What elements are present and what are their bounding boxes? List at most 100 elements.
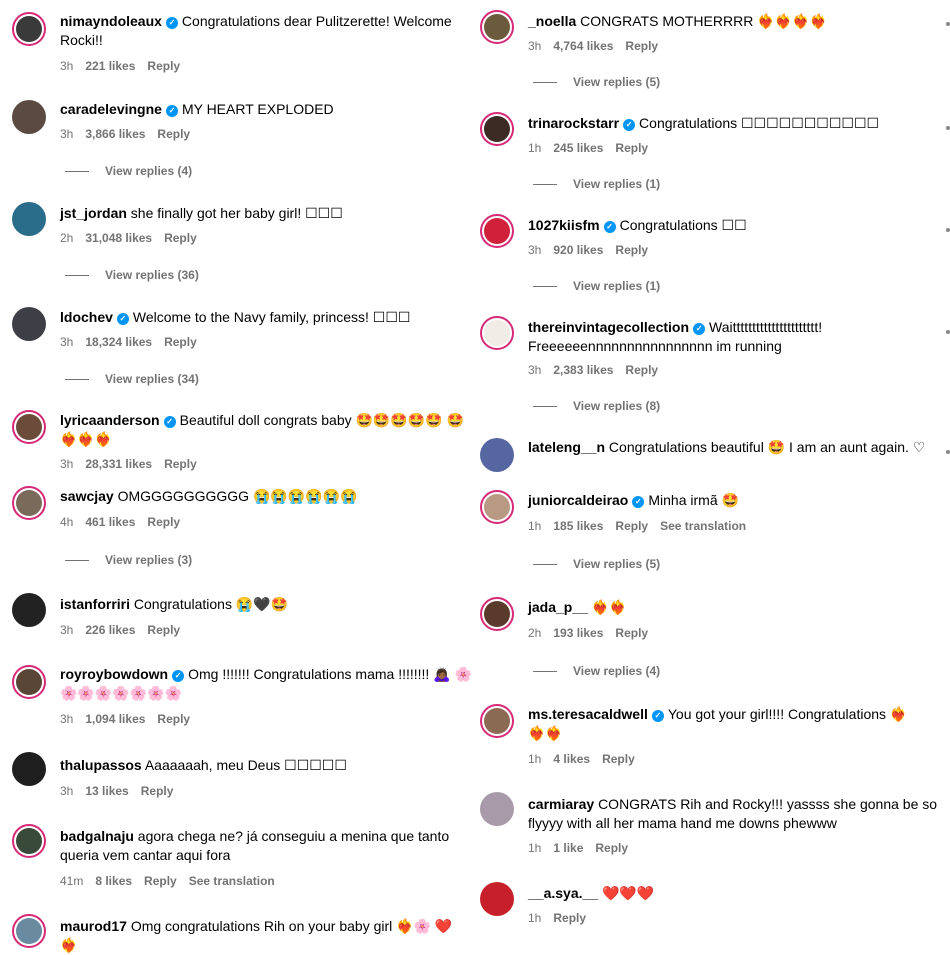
reply-button[interactable]: Reply bbox=[141, 784, 174, 798]
reply-button[interactable]: Reply bbox=[157, 712, 190, 726]
more-options-icon[interactable] bbox=[946, 22, 950, 26]
view-replies-button[interactable]: View replies (4) bbox=[533, 664, 660, 678]
avatar[interactable] bbox=[480, 597, 514, 631]
reply-button[interactable]: Reply bbox=[625, 39, 658, 53]
view-replies-button[interactable]: View replies (1) bbox=[533, 177, 660, 191]
like-count[interactable]: 4 likes bbox=[553, 752, 590, 766]
view-replies-button[interactable]: View replies (8) bbox=[533, 399, 660, 413]
view-replies-button[interactable]: View replies (5) bbox=[533, 75, 660, 89]
avatar[interactable] bbox=[480, 112, 514, 146]
username-link[interactable]: trinarockstarr bbox=[528, 115, 619, 131]
like-count[interactable]: 193 likes bbox=[553, 626, 603, 640]
avatar[interactable] bbox=[480, 438, 514, 472]
username-link[interactable]: carmiaray bbox=[528, 796, 594, 812]
avatar[interactable] bbox=[12, 593, 46, 627]
reply-button[interactable]: Reply bbox=[615, 243, 648, 257]
view-replies-button[interactable]: View replies (34) bbox=[65, 372, 199, 386]
like-count[interactable]: 245 likes bbox=[553, 141, 603, 155]
avatar[interactable] bbox=[12, 202, 46, 236]
like-count[interactable]: 221 likes bbox=[85, 59, 135, 73]
avatar[interactable] bbox=[480, 704, 514, 738]
reply-button[interactable]: Reply bbox=[147, 59, 180, 73]
username-link[interactable]: badgalnaju bbox=[60, 828, 134, 844]
view-replies-button[interactable]: View replies (1) bbox=[533, 279, 660, 293]
like-count[interactable]: 1 like bbox=[553, 841, 583, 855]
avatar[interactable] bbox=[12, 486, 46, 520]
view-replies-button[interactable]: View replies (3) bbox=[65, 553, 192, 567]
view-replies-button[interactable]: View replies (36) bbox=[65, 268, 199, 282]
more-options-icon[interactable] bbox=[946, 228, 950, 232]
view-replies-label: View replies (36) bbox=[105, 268, 199, 282]
reply-button[interactable]: Reply bbox=[157, 127, 190, 141]
view-replies-button[interactable]: View replies (5) bbox=[533, 557, 660, 571]
reply-button[interactable]: Reply bbox=[147, 515, 180, 529]
username-link[interactable]: istanforriri bbox=[60, 596, 130, 612]
like-count[interactable]: 1,094 likes bbox=[85, 712, 145, 726]
like-count[interactable]: 3,866 likes bbox=[85, 127, 145, 141]
more-options-icon[interactable] bbox=[946, 330, 950, 334]
view-replies-label: View replies (34) bbox=[105, 372, 199, 386]
like-count[interactable]: 920 likes bbox=[553, 243, 603, 257]
avatar[interactable] bbox=[480, 490, 514, 524]
avatar[interactable] bbox=[12, 100, 46, 134]
avatar[interactable] bbox=[12, 12, 46, 46]
view-replies-label: View replies (4) bbox=[105, 164, 193, 178]
like-count[interactable]: 28,331 likes bbox=[85, 457, 152, 471]
reply-button[interactable]: Reply bbox=[164, 231, 197, 245]
like-count[interactable]: 13 likes bbox=[85, 784, 128, 798]
username-link[interactable]: maurod17 bbox=[60, 918, 127, 934]
reply-button[interactable]: Reply bbox=[164, 457, 197, 471]
reply-button[interactable]: Reply bbox=[615, 519, 648, 533]
reply-button[interactable]: Reply bbox=[615, 626, 648, 640]
avatar[interactable] bbox=[12, 752, 46, 786]
avatar[interactable] bbox=[480, 792, 514, 826]
username-link[interactable]: _noella bbox=[528, 13, 576, 29]
comment-body: Congratulations ☐☐☐☐☐☐☐☐☐☐☐ bbox=[639, 115, 880, 131]
username-link[interactable]: ldochev bbox=[60, 309, 113, 325]
like-count[interactable]: 8 likes bbox=[95, 874, 132, 888]
username-link[interactable]: caradelevingne bbox=[60, 101, 162, 117]
username-link[interactable]: juniorcaldeirao bbox=[528, 492, 628, 508]
username-link[interactable]: jada_p__ bbox=[528, 599, 588, 615]
avatar[interactable] bbox=[480, 214, 514, 248]
like-count[interactable]: 2,383 likes bbox=[553, 363, 613, 377]
like-count[interactable]: 4,764 likes bbox=[553, 39, 613, 53]
username-link[interactable]: sawcjay bbox=[60, 488, 114, 504]
username-link[interactable]: lyricaanderson bbox=[60, 412, 160, 428]
username-link[interactable]: __a.sya.__ bbox=[528, 885, 598, 901]
username-link[interactable]: thalupassos bbox=[60, 757, 142, 773]
avatar[interactable] bbox=[12, 824, 46, 858]
reply-button[interactable]: Reply bbox=[147, 623, 180, 637]
reply-button[interactable]: Reply bbox=[625, 363, 658, 377]
avatar[interactable] bbox=[480, 316, 514, 350]
reply-button[interactable]: Reply bbox=[615, 141, 648, 155]
reply-button[interactable]: Reply bbox=[164, 335, 197, 349]
reply-button[interactable]: Reply bbox=[602, 752, 635, 766]
avatar[interactable] bbox=[12, 410, 46, 444]
username-link[interactable]: lateleng__n bbox=[528, 439, 605, 455]
reply-button[interactable]: Reply bbox=[595, 841, 628, 855]
like-count[interactable]: 461 likes bbox=[85, 515, 135, 529]
view-replies-button[interactable]: View replies (4) bbox=[65, 164, 192, 178]
like-count[interactable]: 31,048 likes bbox=[85, 231, 152, 245]
username-link[interactable]: jst_jordan bbox=[60, 205, 127, 221]
username-link[interactable]: thereinvintagecollection bbox=[528, 319, 689, 335]
more-options-icon[interactable] bbox=[946, 450, 950, 454]
username-link[interactable]: nimayndoleaux bbox=[60, 13, 162, 29]
reply-button[interactable]: Reply bbox=[553, 911, 586, 925]
see-translation-link[interactable]: See translation bbox=[660, 519, 746, 533]
reply-button[interactable]: Reply bbox=[144, 874, 177, 888]
avatar[interactable] bbox=[12, 665, 46, 699]
more-options-icon[interactable] bbox=[946, 126, 950, 130]
like-count[interactable]: 18,324 likes bbox=[85, 335, 152, 349]
avatar[interactable] bbox=[480, 882, 514, 916]
username-link[interactable]: 1027kiisfm bbox=[528, 217, 600, 233]
avatar[interactable] bbox=[12, 914, 46, 948]
like-count[interactable]: 226 likes bbox=[85, 623, 135, 637]
like-count[interactable]: 185 likes bbox=[553, 519, 603, 533]
avatar[interactable] bbox=[12, 307, 46, 341]
see-translation-link[interactable]: See translation bbox=[189, 874, 275, 888]
username-link[interactable]: royroybowdown bbox=[60, 666, 168, 682]
avatar[interactable] bbox=[480, 10, 514, 44]
username-link[interactable]: ms.teresacaldwell bbox=[528, 706, 648, 722]
